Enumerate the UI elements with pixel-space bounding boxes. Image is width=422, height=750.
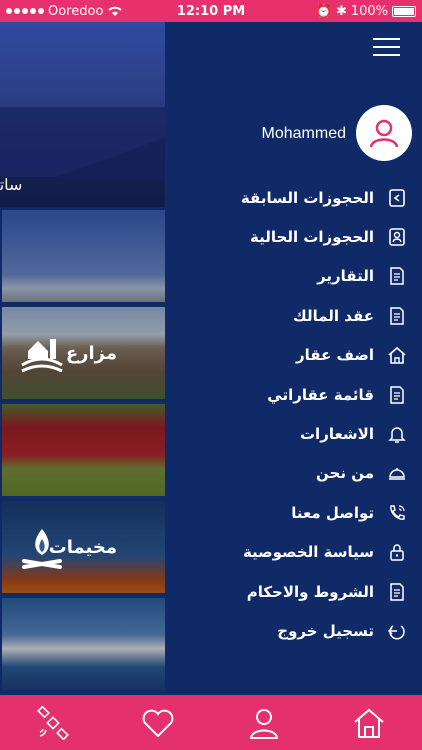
status-time: 12:10 PM bbox=[176, 3, 246, 19]
tab-home[interactable] bbox=[339, 698, 399, 748]
hero-title-clip: ساتنا bbox=[0, 162, 165, 202]
menu-item-label: سياسة الخصوصية bbox=[242, 543, 374, 562]
alarm-icon: ⏰ bbox=[315, 3, 332, 19]
hamburger-line bbox=[373, 38, 400, 40]
hamburger-line bbox=[373, 54, 400, 56]
hamburger-menu-button[interactable] bbox=[373, 38, 400, 58]
avatar[interactable] bbox=[356, 105, 412, 161]
menu-item-label: التقارير bbox=[317, 267, 374, 286]
menu-item-label: الحجوزات الحالية bbox=[250, 228, 374, 247]
user-icon bbox=[249, 708, 278, 739]
side-drawer: Mohammed الحجوزات السابقة الحجوزات الحال… bbox=[165, 22, 422, 695]
menu-item-label: من نحن bbox=[316, 464, 374, 483]
user-icon bbox=[369, 119, 399, 148]
menu-item-about-us[interactable]: من نحن bbox=[168, 454, 408, 493]
phone-icon bbox=[386, 502, 408, 524]
status-bar: Ooredoo 12:10 PM ⏰ ✱ 100% bbox=[0, 0, 422, 22]
farm-icon bbox=[21, 339, 63, 373]
menu-item-label: اضف عقار bbox=[295, 346, 374, 365]
home-add-icon bbox=[386, 344, 408, 366]
card-overlay bbox=[2, 404, 165, 496]
menu-item-reports[interactable]: التقارير bbox=[168, 257, 408, 296]
carrier-name: Ooredoo bbox=[48, 3, 104, 19]
hamburger-line bbox=[373, 46, 400, 48]
owner-contract-icon bbox=[386, 305, 408, 327]
home-icon bbox=[354, 708, 384, 738]
menu-item-label: الاشعارات bbox=[299, 425, 374, 444]
menu-item-label: الحجوزات السابقة bbox=[240, 188, 374, 207]
terms-icon bbox=[386, 581, 408, 603]
menu-item-label: تسجيل خروج bbox=[277, 621, 374, 640]
bell-icon bbox=[386, 423, 408, 445]
battery-icon bbox=[392, 5, 417, 17]
category-card[interactable] bbox=[2, 404, 165, 496]
tab-favorites[interactable] bbox=[128, 698, 188, 748]
lock-icon bbox=[386, 541, 408, 563]
user-name: Mohammed bbox=[261, 125, 346, 142]
card-label: مخيمات bbox=[48, 537, 117, 558]
wifi-icon bbox=[108, 6, 123, 16]
menu-item-notifications[interactable]: الاشعارات bbox=[168, 414, 408, 453]
menu-item-label: الشروط والاحكام bbox=[246, 582, 374, 601]
satellite-icon bbox=[36, 705, 69, 740]
card-overlay bbox=[2, 210, 165, 302]
menu-item-add-property[interactable]: اضف عقار bbox=[168, 336, 408, 375]
hero-title: ساتنا bbox=[0, 175, 23, 194]
bottom-tab-bar bbox=[0, 695, 422, 750]
status-left: Ooredoo bbox=[6, 4, 143, 19]
reports-icon bbox=[386, 265, 408, 287]
menu-item-previous-bookings[interactable]: الحجوزات السابقة bbox=[168, 178, 408, 217]
menu-item-terms[interactable]: الشروط والاحكام bbox=[168, 572, 408, 611]
cloche-icon bbox=[386, 462, 408, 484]
signal-icon bbox=[6, 8, 44, 14]
logout-icon bbox=[386, 620, 408, 642]
status-right: ⏰ ✱ 100% bbox=[279, 3, 417, 19]
menu-item-owner-contract[interactable]: عقد المالك bbox=[168, 296, 408, 335]
tab-profile[interactable] bbox=[234, 698, 294, 748]
heart-icon bbox=[142, 709, 174, 737]
menu-item-privacy-policy[interactable]: سياسة الخصوصية bbox=[168, 533, 408, 572]
category-card[interactable] bbox=[2, 210, 165, 302]
card-overlay bbox=[2, 598, 165, 690]
menu-item-logout[interactable]: تسجيل خروج bbox=[168, 611, 408, 650]
drawer-menu: الحجوزات السابقة الحجوزات الحالية التقار… bbox=[168, 178, 408, 651]
menu-item-contact-us[interactable]: تواصل معنا bbox=[168, 493, 408, 532]
my-properties-icon bbox=[386, 384, 408, 406]
menu-item-label: تواصل معنا bbox=[291, 503, 374, 522]
category-cards: مزارع مخيمات bbox=[2, 210, 165, 695]
menu-item-my-properties[interactable]: قائمة عقاراتي bbox=[168, 375, 408, 414]
current-bookings-icon bbox=[386, 226, 408, 248]
previous-bookings-icon bbox=[386, 187, 408, 209]
category-card-farms[interactable]: مزارع bbox=[2, 307, 165, 399]
bluetooth-icon: ✱ bbox=[335, 3, 347, 19]
battery-percent: 100% bbox=[350, 3, 389, 19]
menu-item-label: قائمة عقاراتي bbox=[267, 385, 374, 404]
menu-item-label: عقد المالك bbox=[293, 306, 374, 325]
tab-satellite[interactable] bbox=[23, 698, 83, 748]
card-label: مزارع bbox=[65, 343, 117, 364]
category-card[interactable] bbox=[2, 598, 165, 690]
menu-item-current-bookings[interactable]: الحجوزات الحالية bbox=[168, 217, 408, 256]
category-card-camps[interactable]: مخيمات bbox=[2, 501, 165, 593]
